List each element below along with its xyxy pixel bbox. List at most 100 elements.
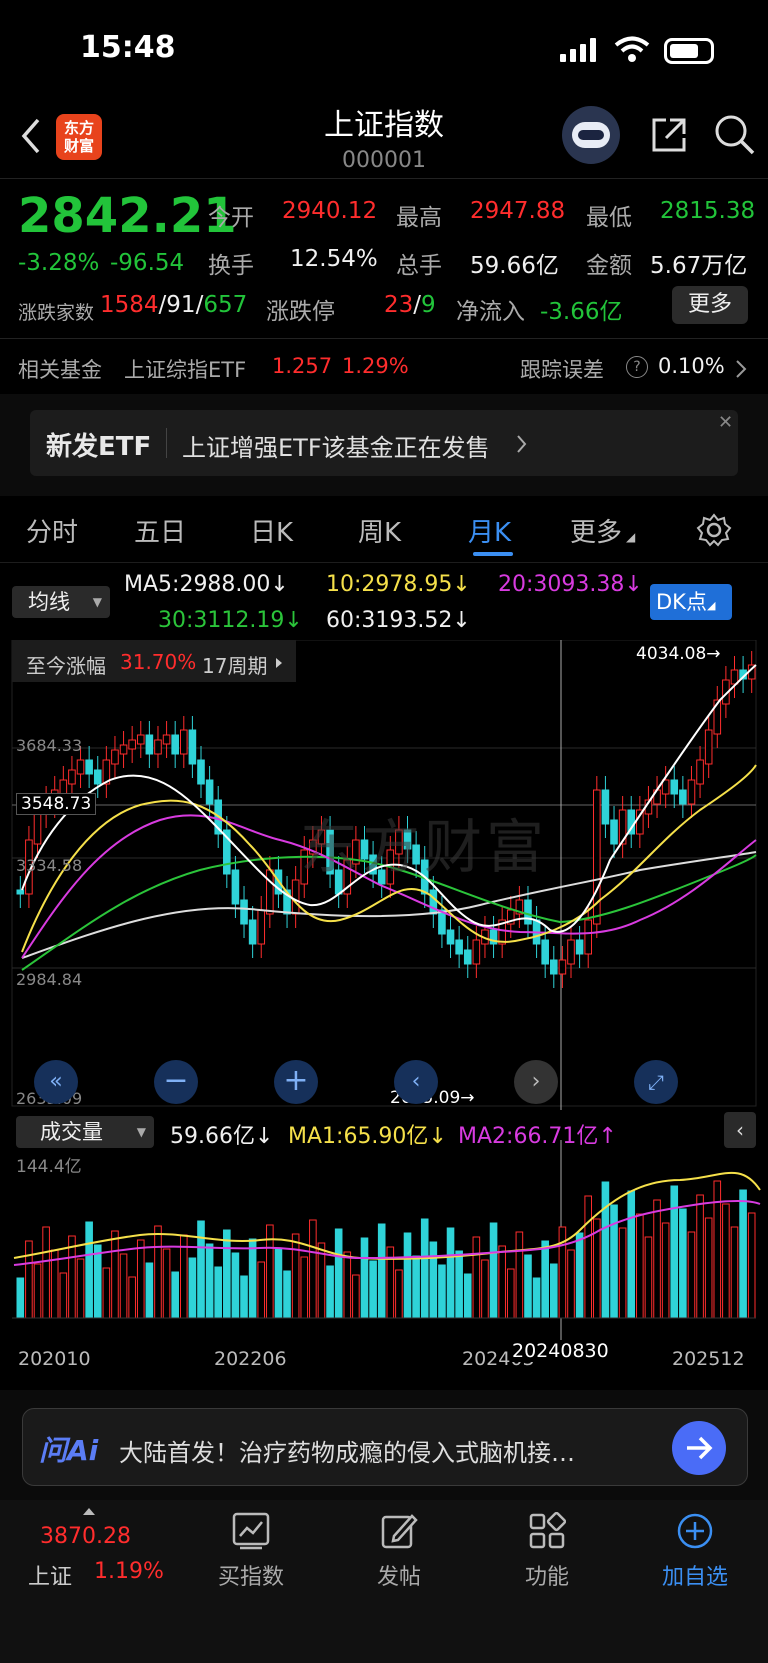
candle [179, 729, 188, 755]
volume-bar [653, 1199, 661, 1319]
share-icon[interactable] [648, 114, 690, 156]
bottom-index-name: 上证 [28, 1565, 73, 1590]
scroll-left-fast-button[interactable]: « [34, 1060, 78, 1104]
search-icon[interactable] [712, 112, 756, 156]
nav-functions[interactable]: 功能 [487, 1559, 607, 1591]
tab-monthly-k[interactable]: 月K [468, 512, 511, 549]
inflow-value: -3.66亿 [540, 299, 623, 325]
tab-weekly-k[interactable]: 周K [358, 512, 401, 549]
turnover-label: 换手 [208, 253, 254, 279]
candle [76, 759, 85, 775]
x-label-4: 202512 [672, 1348, 745, 1370]
tab-daily-k[interactable]: 日K [250, 512, 293, 549]
open-value: 2940.12 [282, 198, 378, 224]
candle [704, 729, 713, 765]
help-icon[interactable]: ? [626, 356, 648, 378]
breadth-up: 1584 [100, 292, 159, 318]
volume-bar [205, 1243, 214, 1319]
volume-bar [661, 1222, 670, 1319]
amount-value: 5.67万亿 [650, 253, 748, 279]
tab-more-label: 更多 [570, 518, 623, 548]
tracking-label: 跟踪误差 [520, 358, 604, 382]
volume-bar [93, 1244, 102, 1319]
volume-bar [532, 1277, 541, 1319]
candle [188, 729, 197, 765]
last-price: 2842.21 [18, 188, 237, 244]
period-label: 至今涨幅 [26, 654, 106, 678]
candle [85, 759, 93, 775]
tab-underline [473, 552, 513, 556]
chart-trend-icon[interactable] [232, 1512, 270, 1550]
volume-bar [274, 1247, 283, 1319]
robot-avatar-icon[interactable] [562, 106, 620, 164]
volume-bar [704, 1217, 713, 1319]
indicator-select[interactable]: 均线 ▼ [12, 586, 110, 618]
ma60-value: 60:3193.52↓ [326, 608, 471, 633]
volume-bar [257, 1261, 266, 1319]
volume-bar [498, 1245, 506, 1319]
dk-button[interactable]: DK点◢ [650, 584, 732, 620]
volume-bar [541, 1240, 549, 1319]
fund-pct: 1.29% [342, 354, 409, 378]
fund-name[interactable]: 上证综指ETF [124, 354, 246, 384]
zoom-in-button[interactable]: + [274, 1060, 318, 1104]
scroll-right-button[interactable]: › [514, 1060, 558, 1104]
scroll-left-button[interactable]: ‹ [394, 1060, 438, 1104]
grid-apps-icon[interactable] [528, 1512, 566, 1550]
y-label-4: 2984.84 [16, 970, 83, 989]
edit-post-icon[interactable] [380, 1512, 418, 1550]
ma5-line [21, 664, 757, 933]
ai-text: 大陆首发！治疗药物成瘾的侵入式脑机接… [119, 1439, 575, 1467]
nav-add-watchlist[interactable]: 加自选 [635, 1559, 755, 1591]
candle [558, 959, 567, 975]
tab-intraday[interactable]: 分时 [26, 512, 78, 549]
chevron-right-icon[interactable] [734, 358, 748, 380]
status-time: 15:48 [80, 30, 176, 65]
volume-bar [395, 1269, 403, 1319]
bottom-index-value[interactable]: 3870.28 [40, 1524, 131, 1549]
candle [128, 739, 136, 750]
tab-more[interactable]: 更多 ◢ [570, 512, 635, 549]
etf-banner[interactable]: 新发ETF 上证增强ETF该基金正在发售 ✕ [30, 410, 738, 476]
settings-icon[interactable] [696, 512, 732, 548]
banner-text: 上证增强ETF该基金正在发售 [182, 434, 490, 462]
candle [231, 869, 240, 905]
nav-post[interactable]: 发帖 [339, 1559, 459, 1591]
chevron-right-icon [517, 435, 527, 453]
limit-label: 涨跌停 [266, 299, 335, 325]
close-icon[interactable]: ✕ [718, 412, 733, 433]
volume-bar [85, 1221, 93, 1319]
zoom-out-button[interactable]: − [154, 1060, 198, 1104]
volume-bar [154, 1225, 162, 1319]
volume-bar [747, 1212, 756, 1319]
fund-label: 相关基金 [18, 358, 102, 382]
fullscreen-button[interactable]: ⤢ [634, 1060, 678, 1104]
watermark: 东方财富 [300, 813, 549, 881]
candle [111, 749, 119, 765]
tab-five-day[interactable]: 五日 [134, 512, 186, 549]
volume-bar [575, 1232, 584, 1319]
banner-tag: 新发ETF [46, 432, 152, 462]
candle [266, 869, 274, 915]
candle [145, 734, 154, 755]
volume-bar [420, 1218, 429, 1319]
volume-bar [524, 1254, 532, 1319]
volume-bar [119, 1253, 128, 1319]
y-label-2: 3548.73 [16, 793, 97, 815]
signal-icon [560, 38, 600, 62]
volume-bar [739, 1189, 747, 1319]
volume-bar [515, 1231, 524, 1319]
ai-question-bar[interactable]: 问Ai 大陆首发！治疗药物成瘾的侵入式脑机接… [22, 1408, 748, 1486]
candle [59, 779, 68, 795]
volume-bar [429, 1241, 438, 1319]
y-label-1: 3684.33 [16, 736, 83, 755]
more-button[interactable]: 更多 [672, 286, 748, 324]
candle [575, 939, 584, 955]
volume-bar [627, 1190, 636, 1319]
ai-send-button[interactable] [672, 1421, 726, 1475]
nav-buy-index[interactable]: 买指数 [191, 1559, 311, 1591]
candle [257, 909, 266, 945]
indicator-select-label: 均线 [28, 590, 70, 614]
volume-bar [171, 1271, 179, 1319]
add-circle-icon[interactable] [676, 1512, 714, 1550]
